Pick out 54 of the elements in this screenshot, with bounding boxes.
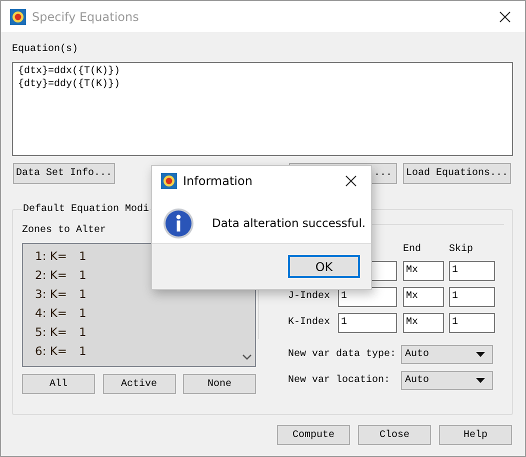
column-header: Skip xyxy=(449,244,474,254)
ok-button[interactable]: OK xyxy=(288,255,360,278)
field-label: Equation(s) xyxy=(12,43,80,57)
list-item[interactable]: 6: K= xyxy=(35,342,79,361)
dropdown[interactable]: Auto xyxy=(401,370,493,390)
equation-line: {dty}=ddy({T(K)}) xyxy=(18,78,122,91)
input-field[interactable]: 1 xyxy=(338,312,397,332)
button[interactable]: None xyxy=(183,374,256,394)
list-item-value: 1 xyxy=(79,248,86,265)
list-item[interactable]: 4: K= xyxy=(35,304,79,323)
button[interactable]: Close xyxy=(358,425,431,445)
dropdown[interactable]: Auto xyxy=(401,344,493,364)
input-field[interactable]: 1 xyxy=(449,260,495,280)
input-field[interactable]: 1 xyxy=(449,312,495,332)
equations-field[interactable]: {dtx}=ddx({T(K)}) {dty}=ddy({T(K)}) xyxy=(12,62,513,156)
input-field[interactable]: Mx xyxy=(403,286,444,306)
app-icon xyxy=(10,8,26,24)
button[interactable]: Compute xyxy=(277,425,350,445)
list-label: Zones to Alter xyxy=(22,224,106,238)
list-item[interactable]: 2: K= xyxy=(35,266,79,285)
close-icon[interactable] xyxy=(499,10,511,22)
list-item-value: 1 xyxy=(79,305,86,322)
list-item-value: 1 xyxy=(79,343,86,360)
equation-line: {dtx}=ddx({T(K)}) xyxy=(18,65,122,78)
list-item-value: 1 xyxy=(79,286,86,303)
dropdown-arrow-icon xyxy=(476,352,485,356)
input-field[interactable]: 1 xyxy=(449,286,495,306)
list-item[interactable]: 5: K= xyxy=(35,323,79,342)
list-item-value: 1 xyxy=(79,324,86,341)
input-field[interactable]: Mx xyxy=(403,312,444,332)
button[interactable]: Load Equations... xyxy=(403,163,511,184)
app-icon xyxy=(161,173,177,189)
list-item[interactable]: 3: K= xyxy=(35,285,79,304)
field-label: New var location: xyxy=(288,374,392,386)
button[interactable]: Data Set Info... xyxy=(13,163,115,184)
field-label: New var data type: xyxy=(288,348,398,360)
scroll-down-icon xyxy=(242,354,252,361)
dialog-message: Data alteration successful. xyxy=(212,216,366,230)
dropdown-value: Auto xyxy=(405,348,430,360)
button[interactable]: Active xyxy=(102,374,176,394)
button[interactable]: Help xyxy=(439,425,512,445)
list-item-value: 1 xyxy=(79,267,86,284)
info-icon xyxy=(163,208,194,239)
list-item[interactable]: 1: K= xyxy=(35,247,79,266)
row-label: J-Index xyxy=(288,291,332,302)
row-label: K-Index xyxy=(288,317,332,328)
window-title: Specify Equations xyxy=(32,10,140,24)
column-header: End xyxy=(403,244,422,254)
close-icon[interactable] xyxy=(345,175,357,187)
input-field[interactable]: Mx xyxy=(403,260,444,280)
dropdown-arrow-icon xyxy=(476,378,485,382)
dropdown-value: Auto xyxy=(405,374,430,386)
dialog-title: Information xyxy=(183,174,254,188)
button[interactable]: All xyxy=(22,374,95,394)
